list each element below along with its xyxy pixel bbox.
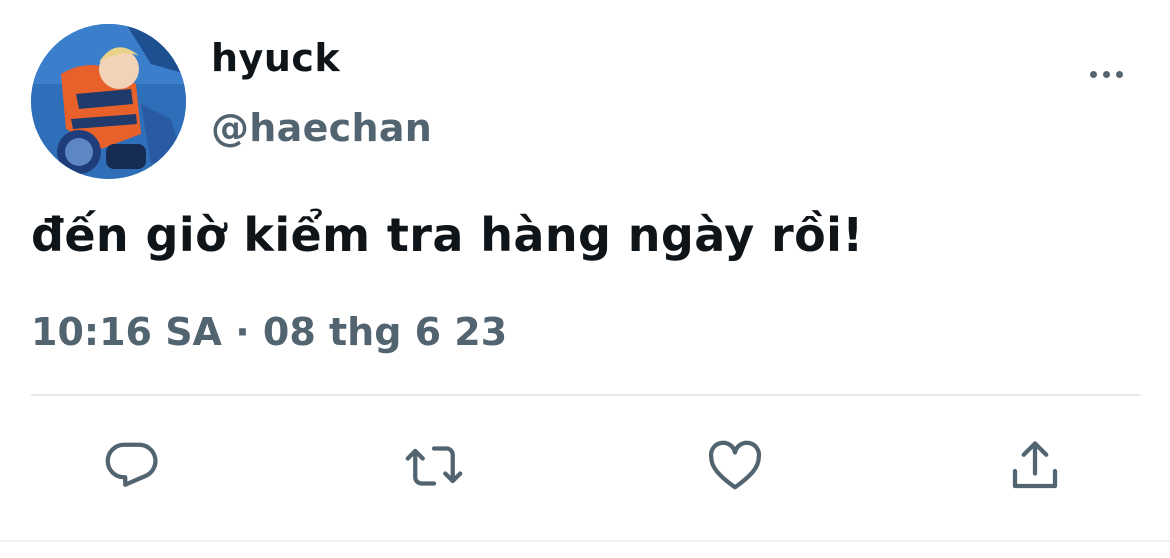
more-dots-icon xyxy=(1089,70,1097,78)
avatar-image xyxy=(31,24,186,179)
tweet-card: hyuck @haechan đến giờ kiểm tra hàng ngà… xyxy=(0,0,1170,558)
meta-separator: · xyxy=(235,310,250,354)
heart-icon xyxy=(708,440,762,490)
tweet-text: đến giờ kiểm tra hàng ngày rồi! xyxy=(31,208,864,262)
more-dot xyxy=(1102,70,1110,78)
more-dot xyxy=(1115,70,1123,78)
reply-icon xyxy=(105,442,158,487)
share-button[interactable] xyxy=(1003,434,1067,498)
avatar[interactable] xyxy=(31,24,186,179)
user-handle[interactable]: @haechan xyxy=(211,106,432,150)
more-options-button[interactable] xyxy=(1082,58,1130,90)
retweet-button[interactable] xyxy=(402,434,466,498)
share-icon xyxy=(1012,441,1058,489)
divider xyxy=(31,394,1140,396)
tweet-time: 10:16 SA xyxy=(31,310,222,354)
like-button[interactable] xyxy=(703,434,767,498)
tweet-timestamp[interactable]: 10:16 SA · 08 thg 6 23 xyxy=(31,310,507,354)
tweet-date: 08 thg 6 23 xyxy=(262,310,508,354)
reply-button[interactable] xyxy=(102,434,166,498)
retweet-icon xyxy=(405,446,463,486)
bottom-divider xyxy=(0,540,1170,542)
display-name[interactable]: hyuck xyxy=(211,36,340,80)
